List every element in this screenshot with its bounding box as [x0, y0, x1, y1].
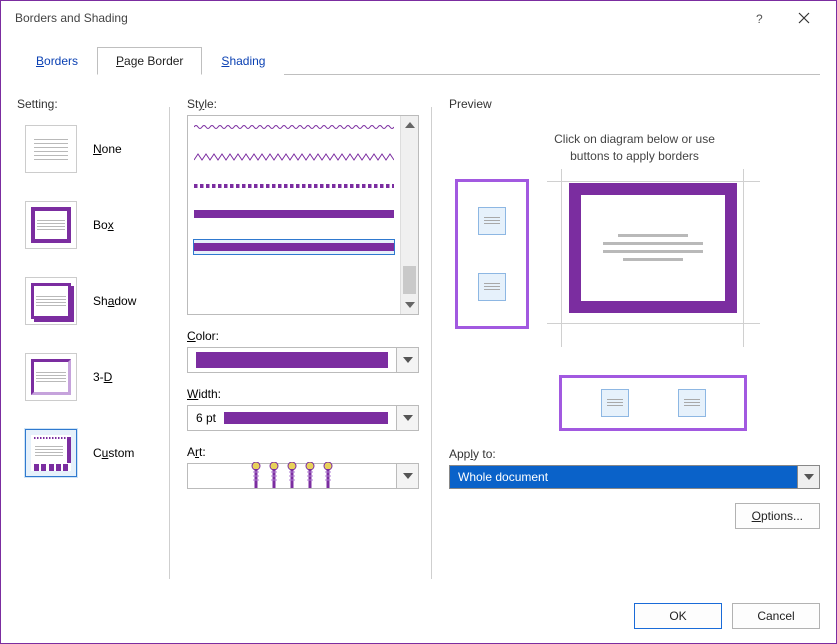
- chevron-down-icon: [797, 466, 819, 488]
- border-left-button[interactable]: [601, 389, 629, 417]
- style-item-solid-thick[interactable]: [194, 210, 394, 218]
- border-right-button[interactable]: [678, 389, 706, 417]
- apply-to-value: Whole document: [458, 470, 548, 484]
- help-button[interactable]: ?: [738, 3, 782, 33]
- color-swatch: [196, 352, 388, 368]
- border-bottom-button[interactable]: [478, 273, 506, 301]
- setting-option-shadow[interactable]: Shadow: [25, 277, 157, 325]
- chevron-down-icon: [396, 348, 418, 372]
- setting-thumb-box: [25, 201, 77, 249]
- style-list: [188, 116, 400, 314]
- setting-thumb-custom: [25, 429, 77, 477]
- guide: [743, 169, 744, 347]
- width-label: Width:: [187, 387, 419, 401]
- svg-text:?: ?: [756, 12, 763, 25]
- divider: [431, 107, 432, 579]
- width-value: 6 pt: [196, 411, 216, 425]
- setting-label: Setting:: [17, 97, 157, 111]
- titlebar: Borders and Shading ?: [1, 1, 836, 35]
- setting-panel: Setting: None Box Shadow: [17, 97, 157, 505]
- guide: [561, 169, 562, 347]
- setting-option-none[interactable]: None: [25, 125, 157, 173]
- style-item-wave-thin[interactable]: [194, 124, 394, 130]
- cancel-button[interactable]: Cancel: [732, 603, 820, 629]
- setting-thumb-3d: [25, 353, 77, 401]
- ok-button[interactable]: OK: [634, 603, 722, 629]
- scroll-track[interactable]: [401, 134, 418, 296]
- preview-vertical-border-buttons: [455, 179, 529, 329]
- divider: [169, 107, 170, 579]
- art-preview: [188, 464, 396, 488]
- width-combobox[interactable]: 6 pt: [187, 405, 419, 431]
- tab-shading[interactable]: Shading: [202, 47, 284, 75]
- chevron-down-icon: [396, 406, 418, 430]
- style-scrollbar[interactable]: [400, 116, 418, 314]
- feather-icon: [322, 462, 334, 490]
- setting-option-label: Custom: [93, 446, 134, 460]
- setting-option-box[interactable]: Box: [25, 201, 157, 249]
- art-label: Art:: [187, 445, 419, 459]
- preview-panel: Preview Click on diagram below or use bu…: [449, 97, 820, 529]
- style-item-zigzag[interactable]: [194, 152, 394, 162]
- style-listbox[interactable]: [187, 115, 419, 315]
- feather-icon: [268, 462, 280, 490]
- dialog-borders-and-shading: Borders and Shading ? Borders Page Borde…: [0, 0, 837, 644]
- preview-hint: Click on diagram below or use buttons to…: [449, 131, 820, 165]
- feather-icon: [286, 462, 298, 490]
- dialog-footer: OK Cancel: [634, 603, 820, 629]
- style-label: Style:: [187, 97, 419, 111]
- setting-option-label: Shadow: [93, 294, 136, 308]
- scroll-down-button[interactable]: [401, 296, 418, 314]
- preview-stage: [449, 173, 820, 363]
- options-button[interactable]: Options...: [735, 503, 820, 529]
- preview-label: Preview: [449, 97, 820, 111]
- tab-page-border[interactable]: Page Border: [97, 47, 202, 75]
- setting-option-3d[interactable]: 3-D: [25, 353, 157, 401]
- chevron-down-icon: [396, 464, 418, 488]
- color-combobox[interactable]: [187, 347, 419, 373]
- window-title: Borders and Shading: [11, 11, 738, 25]
- width-swatch: [224, 412, 388, 424]
- style-panel: Style:: [187, 97, 419, 489]
- guide: [547, 323, 760, 324]
- preview-page[interactable]: [569, 183, 737, 313]
- scroll-up-button[interactable]: [401, 116, 418, 134]
- setting-option-label: None: [93, 142, 122, 156]
- art-combobox[interactable]: [187, 463, 419, 489]
- setting-option-label: Box: [93, 218, 114, 232]
- style-item-solid-thick-selected[interactable]: [194, 240, 394, 254]
- tab-borders[interactable]: Borders: [17, 47, 97, 75]
- scroll-thumb[interactable]: [403, 266, 416, 294]
- preview-horizontal-border-buttons: [559, 375, 747, 431]
- style-item-dash-thick[interactable]: [194, 184, 394, 188]
- setting-thumb-shadow: [25, 277, 77, 325]
- close-button[interactable]: [782, 3, 826, 33]
- apply-to-label: Apply to:: [449, 447, 820, 461]
- guide: [547, 181, 760, 182]
- setting-option-custom[interactable]: Custom: [25, 429, 157, 477]
- tab-strip: Borders Page Border Shading: [1, 35, 836, 75]
- feather-icon: [250, 462, 262, 490]
- border-top-button[interactable]: [478, 207, 506, 235]
- apply-to-combobox[interactable]: Whole document: [449, 465, 820, 489]
- setting-thumb-none: [25, 125, 77, 173]
- color-label: Color:: [187, 329, 419, 343]
- feather-icon: [304, 462, 316, 490]
- apply-to-section: Apply to: Whole document: [449, 447, 820, 489]
- setting-option-label: 3-D: [93, 370, 112, 384]
